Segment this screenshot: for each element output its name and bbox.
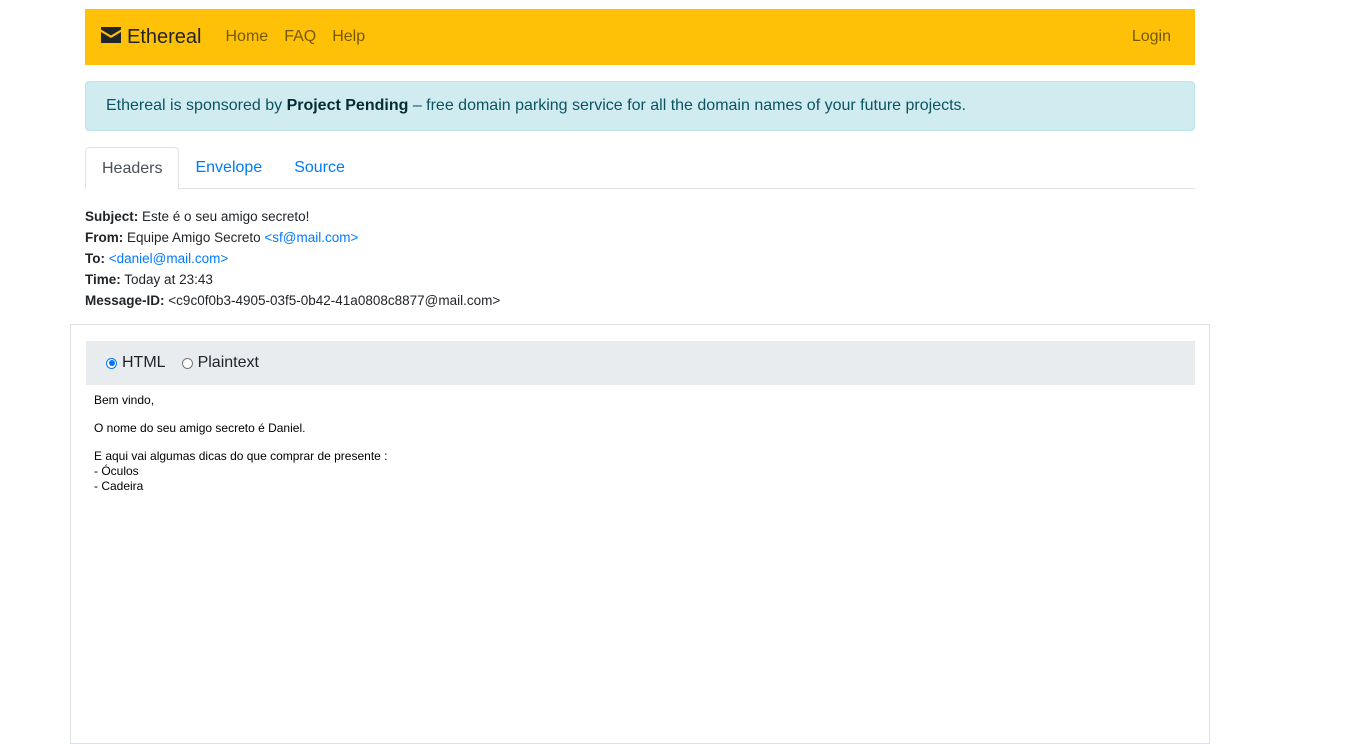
- plaintext-radio[interactable]: Plaintext: [181, 354, 259, 372]
- sponsor-alert: Ethereal is sponsored by Project Pending…: [85, 81, 1195, 131]
- subject-label: Subject:: [85, 209, 139, 224]
- subject-value: Este é o seu amigo secreto!: [142, 209, 310, 224]
- alert-suffix: – free domain parking service for all th…: [412, 97, 966, 114]
- body-item-1: - Óculos: [94, 464, 139, 478]
- time-value: Today at 23:43: [124, 272, 213, 287]
- body-greeting: Bem vindo,: [94, 393, 155, 407]
- message-frame: HTML Plaintext Bem vindo, O nome do seu …: [70, 324, 1210, 744]
- header-time: Time: Today at 23:43: [85, 269, 500, 290]
- nav-faq[interactable]: FAQ: [284, 28, 316, 46]
- header-message-id: Message-ID: <c9c0f0b3-4905-03f5-0b42-41a…: [85, 290, 500, 311]
- html-radio[interactable]: HTML: [106, 354, 166, 372]
- tab-headers[interactable]: Headers: [85, 147, 180, 190]
- body-line-2: E aqui vai algumas dicas do que comprar …: [94, 449, 388, 463]
- from-label: From:: [85, 230, 124, 245]
- view-toggle-bar: HTML Plaintext: [86, 341, 1195, 385]
- time-label: Time:: [85, 272, 121, 287]
- message-id-value: <c9c0f0b3-4905-03f5-0b42-41a0808c8877@ma…: [168, 293, 501, 308]
- message-headers: Subject: Este é o seu amigo secreto! Fro…: [85, 206, 500, 311]
- header-subject: Subject: Este é o seu amigo secreto!: [85, 206, 500, 227]
- body-list: E aqui vai algumas dicas do que comprar …: [94, 449, 388, 494]
- message-body: Bem vindo, O nome do seu amigo secreto é…: [94, 393, 388, 507]
- plaintext-radio-label: Plaintext: [197, 354, 259, 371]
- to-address[interactable]: <daniel@mail.com>: [109, 251, 229, 266]
- body-item-2: - Cadeira: [94, 479, 144, 493]
- radio-unchecked-icon: [181, 357, 193, 369]
- nav-help[interactable]: Help: [332, 28, 365, 46]
- envelope-icon: [101, 26, 127, 49]
- tab-source[interactable]: Source: [278, 147, 361, 189]
- navbar: Ethereal Home FAQ Help Login: [85, 9, 1195, 65]
- alert-prefix: Ethereal is sponsored by: [106, 97, 283, 114]
- brand-link[interactable]: Ethereal: [101, 26, 202, 49]
- nav-login[interactable]: Login: [1132, 28, 1171, 46]
- to-label: To:: [85, 251, 105, 266]
- nav-home[interactable]: Home: [226, 28, 269, 46]
- html-radio-label: HTML: [122, 354, 166, 371]
- alert-sponsor: Project Pending: [286, 97, 409, 114]
- brand-label: Ethereal: [127, 25, 202, 48]
- radio-checked-icon: [106, 357, 117, 369]
- from-address[interactable]: <sf@mail.com>: [264, 230, 358, 245]
- tab-envelope[interactable]: Envelope: [179, 147, 278, 189]
- header-to: To: <daniel@mail.com>: [85, 248, 500, 269]
- body-line-1: O nome do seu amigo secreto é Daniel.: [94, 421, 306, 435]
- message-tabs: Headers Envelope Source: [85, 147, 1195, 190]
- from-name: Equipe Amigo Secreto: [127, 230, 261, 245]
- message-id-label: Message-ID:: [85, 293, 165, 308]
- header-from: From: Equipe Amigo Secreto <sf@mail.com>: [85, 227, 500, 248]
